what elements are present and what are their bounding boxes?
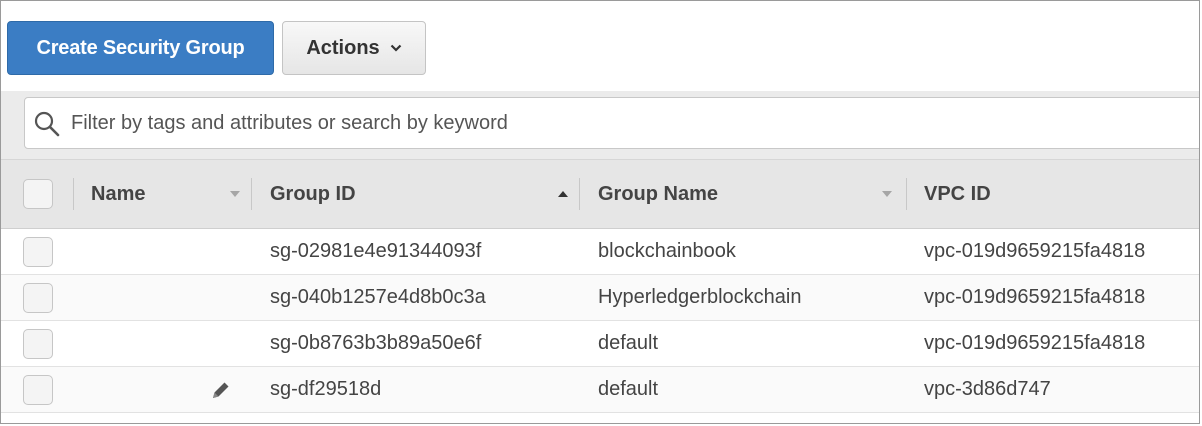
cell-group-id: sg-0b8763b3b89a50e6f (270, 332, 482, 354)
column-header-group-name[interactable]: Group Name (598, 160, 718, 228)
cell-group-id: sg-df29518d (270, 378, 382, 400)
row-checkbox[interactable] (23, 329, 53, 359)
search-icon (33, 110, 61, 138)
row-checkbox[interactable] (23, 375, 53, 405)
cell-group-name: default (598, 332, 659, 354)
cell-vpc-id: vpc-019d9659215fa4818 (924, 332, 1146, 354)
table-row[interactable]: sg-040b1257e4d8b0c3a Hyperledgerblockcha… (1, 275, 1199, 321)
chevron-down-icon (390, 42, 402, 54)
column-label-name: Name (91, 182, 146, 205)
column-header-vpc-id[interactable]: VPC ID (924, 160, 991, 228)
table-row[interactable]: sg-df29518d default vpc-3d86d747 (1, 367, 1199, 413)
sort-down-icon[interactable] (229, 189, 241, 199)
create-security-group-button[interactable]: Create Security Group (7, 21, 274, 75)
table-header: Name Group ID Group Name VPC ID (1, 159, 1199, 229)
cell-vpc-id: vpc-019d9659215fa4818 (924, 240, 1146, 262)
column-divider (579, 178, 580, 210)
select-all-checkbox[interactable] (23, 179, 53, 209)
search-box[interactable] (24, 97, 1199, 149)
cell-vpc-id: vpc-3d86d747 (924, 378, 1051, 400)
row-checkbox[interactable] (23, 237, 53, 267)
cell-group-id: sg-02981e4e91344093f (270, 240, 482, 262)
cell-group-id: sg-040b1257e4d8b0c3a (270, 286, 486, 308)
column-label-group-name: Group Name (598, 182, 719, 205)
column-label-group-id: Group ID (270, 182, 356, 205)
column-divider (251, 178, 252, 210)
column-header-name[interactable]: Name (91, 160, 145, 228)
table-row[interactable]: sg-0b8763b3b89a50e6f default vpc-019d965… (1, 321, 1199, 367)
actions-label: Actions (306, 36, 380, 59)
create-security-group-label: Create Security Group (36, 36, 245, 59)
search-input[interactable] (71, 98, 1192, 148)
cell-group-name: blockchainbook (598, 240, 736, 262)
actions-button[interactable]: Actions (282, 21, 426, 75)
row-checkbox[interactable] (23, 283, 53, 313)
toolbar: Create Security Group Actions (1, 1, 1199, 91)
sort-up-icon[interactable] (557, 189, 569, 199)
security-groups-panel: Create Security Group Actions Name Group… (0, 0, 1200, 424)
pencil-icon[interactable] (209, 378, 233, 402)
table-row[interactable]: sg-02981e4e91344093f blockchainbook vpc-… (1, 229, 1199, 275)
column-header-group-id[interactable]: Group ID (270, 160, 356, 228)
cell-group-name: default (598, 378, 659, 400)
cell-group-name: Hyperledgerblockchain (598, 286, 802, 308)
column-divider (73, 178, 74, 210)
sort-down-icon[interactable] (881, 189, 893, 199)
cell-vpc-id: vpc-019d9659215fa4818 (924, 286, 1146, 308)
column-divider (906, 178, 907, 210)
column-label-vpc-id: VPC ID (924, 182, 991, 205)
